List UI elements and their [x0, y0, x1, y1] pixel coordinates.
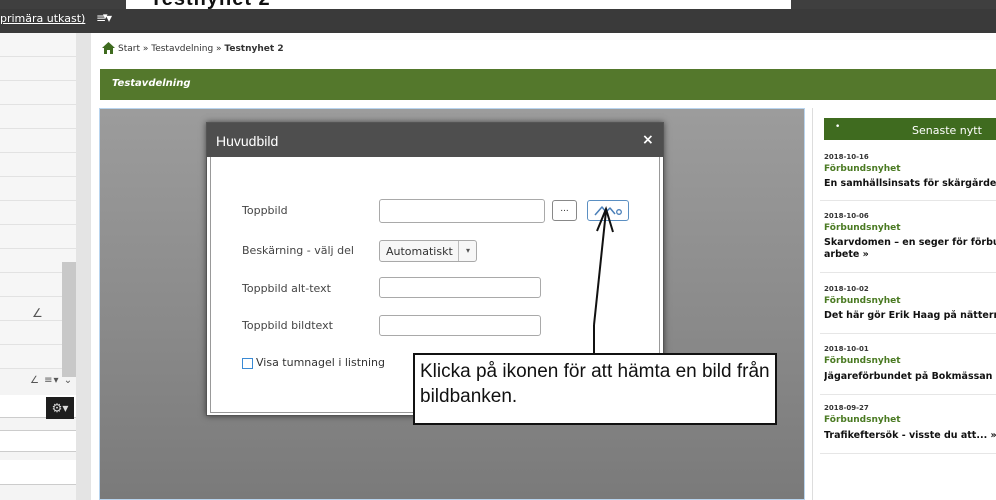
- list-item[interactable]: [0, 153, 76, 177]
- list-item[interactable]: [0, 225, 76, 249]
- list-item[interactable]: [0, 201, 76, 225]
- menu-icon[interactable]: ≡▾: [96, 11, 112, 25]
- dialog-title: Huvudbild: [216, 133, 279, 149]
- news-category[interactable]: Förbundsnyhet: [824, 296, 901, 306]
- list-item[interactable]: [0, 57, 76, 81]
- news-header-title: Senaste nytt: [912, 124, 982, 137]
- news-divider: [820, 453, 996, 454]
- news-category[interactable]: Förbundsnyhet: [824, 223, 901, 233]
- thumbnail-checkbox-label[interactable]: Visa tumnagel i listning: [256, 356, 385, 369]
- breadcrumb: Start » Testavdelning » Testnyhet 2: [118, 44, 284, 54]
- instruction-callout: Klicka på ikonen för att hämta en bild f…: [413, 353, 777, 425]
- news-headline-continued[interactable]: arbete »: [824, 249, 996, 261]
- beskarning-select[interactable]: Automatiskt ▾: [379, 240, 477, 262]
- news-divider: [820, 200, 996, 201]
- news-category[interactable]: Förbundsnyhet: [824, 356, 901, 366]
- breadcrumb-section[interactable]: Testavdelning: [151, 44, 213, 54]
- breadcrumb-separator: »: [213, 44, 225, 54]
- bildtext-input[interactable]: [379, 315, 541, 336]
- news-headline[interactable]: Skarvdomen – en seger för förbun: [824, 237, 996, 249]
- news-divider: [820, 272, 996, 273]
- section-bar: [100, 69, 996, 100]
- news-category[interactable]: Förbundsnyhet: [824, 164, 901, 174]
- news-headline[interactable]: Jägareförbundet på Bokmässan »: [824, 371, 996, 383]
- editor-bar: [0, 9, 996, 33]
- input-field[interactable]: [0, 460, 76, 485]
- list-item[interactable]: [0, 81, 76, 105]
- gear-icon[interactable]: ⚙▾: [46, 397, 74, 419]
- toppbild-input[interactable]: [379, 199, 545, 223]
- news-divider: [820, 394, 996, 395]
- list-item[interactable]: [0, 129, 76, 153]
- bildtext-label: Toppbild bildtext: [242, 319, 333, 332]
- news-divider: [820, 333, 996, 334]
- home-icon[interactable]: [102, 42, 115, 54]
- list-item[interactable]: [0, 105, 76, 129]
- chevron-down-icon: ▾: [458, 241, 477, 261]
- draft-link[interactable]: primära utkast): [0, 12, 85, 25]
- list-item[interactable]: [0, 33, 76, 57]
- scrollbar[interactable]: [76, 33, 91, 500]
- pencil-icon[interactable]: ∠: [32, 306, 43, 320]
- toppbild-label: Toppbild: [242, 204, 288, 217]
- news-headline[interactable]: Det här gör Erik Haag på nätterna :: [824, 310, 996, 322]
- close-icon[interactable]: ×: [642, 132, 654, 148]
- breadcrumb-current: Testnyhet 2: [224, 44, 284, 54]
- thumbnail-checkbox[interactable]: [242, 358, 253, 369]
- scrollbar-thumb[interactable]: [62, 262, 76, 377]
- news-headline[interactable]: En samhällsinsats för skärgården: [824, 178, 996, 190]
- editor-tools[interactable]: ∠ ≡▾ ⌄: [30, 375, 73, 386]
- list-item[interactable]: [0, 177, 76, 201]
- news-bullet-icon: •: [835, 122, 841, 132]
- news-date: 2018-10-16: [824, 153, 869, 161]
- section-title: Testavdelning: [112, 78, 191, 89]
- news-category[interactable]: Förbundsnyhet: [824, 415, 901, 425]
- browse-button[interactable]: ...: [552, 200, 577, 221]
- breadcrumb-separator: »: [140, 44, 152, 54]
- callout-text: Klicka på ikonen för att hämta en bild f…: [420, 361, 770, 407]
- input-field[interactable]: [0, 430, 76, 452]
- news-date: 2018-09-27: [824, 404, 869, 412]
- news-headline[interactable]: Trafikeftersök - visste du att... »: [824, 430, 996, 442]
- beskarning-value: Automatiskt: [386, 245, 453, 258]
- breadcrumb-start[interactable]: Start: [118, 44, 140, 54]
- beskarning-label: Beskärning - välj del: [242, 244, 354, 257]
- alt-text-label: Toppbild alt-text: [242, 282, 331, 295]
- news-date: 2018-10-06: [824, 212, 869, 220]
- alt-text-input[interactable]: [379, 277, 541, 298]
- news-date: 2018-10-02: [824, 285, 869, 293]
- callout-arrow: [593, 206, 614, 353]
- news-date: 2018-10-01: [824, 345, 869, 353]
